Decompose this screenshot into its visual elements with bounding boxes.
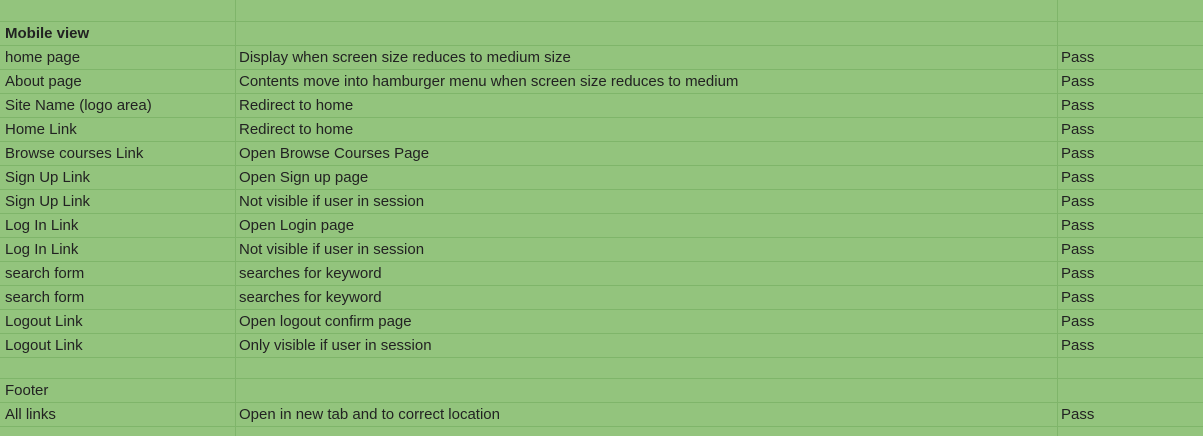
cell-name[interactable] [0,427,236,436]
cell-name[interactable] [0,0,236,21]
cell-description[interactable]: Redirect to home [236,94,1058,117]
cell-result[interactable]: Pass [1058,94,1203,117]
cell-name[interactable] [0,358,236,378]
table-row: Log In Link Open Login page Pass [0,214,1203,238]
section-header-footer[interactable]: Footer [0,379,236,402]
cell-result[interactable]: Pass [1058,310,1203,333]
table-row: search form searches for keyword Pass [0,286,1203,310]
section-header-mobile-view[interactable]: Mobile view [0,22,236,45]
table-row: Footer [0,379,1203,403]
cell-description[interactable]: Contents move into hamburger menu when s… [236,70,1058,93]
cell-result[interactable]: Pass [1058,286,1203,309]
cell-description[interactable]: Open logout confirm page [236,310,1058,333]
table-row: Mobile view [0,22,1203,46]
cell-result[interactable]: Pass [1058,46,1203,69]
spreadsheet-grid: Mobile view home page Display when scree… [0,0,1203,436]
cell-description[interactable] [236,0,1058,21]
table-row: Logout Link Only visible if user in sess… [0,334,1203,358]
cell-description[interactable]: Open Browse Courses Page [236,142,1058,165]
cell-description[interactable]: Open in new tab and to correct location [236,403,1058,426]
cell-description[interactable]: searches for keyword [236,286,1058,309]
cell-result[interactable] [1058,0,1203,21]
cell-result[interactable]: Pass [1058,118,1203,141]
cell-description[interactable] [236,427,1058,436]
cell-name[interactable]: search form [0,286,236,309]
table-row: search form searches for keyword Pass [0,262,1203,286]
cell-description[interactable]: Display when screen size reduces to medi… [236,46,1058,69]
cell-result[interactable]: Pass [1058,334,1203,357]
cell-name[interactable]: All links [0,403,236,426]
cell-description[interactable]: Not visible if user in session [236,190,1058,213]
cell-name[interactable]: Logout Link [0,310,236,333]
cell-result[interactable]: Pass [1058,262,1203,285]
cell-name[interactable]: Log In Link [0,238,236,261]
table-row [0,358,1203,379]
cell-name[interactable]: Logout Link [0,334,236,357]
table-row [0,427,1203,436]
table-row: Site Name (logo area) Redirect to home P… [0,94,1203,118]
cell-name[interactable]: search form [0,262,236,285]
cell-description[interactable]: Open Sign up page [236,166,1058,189]
table-row [0,0,1203,22]
cell-result[interactable] [1058,358,1203,378]
cell-name[interactable]: home page [0,46,236,69]
table-row: home page Display when screen size reduc… [0,46,1203,70]
cell-result[interactable]: Pass [1058,403,1203,426]
cell-name[interactable]: Browse courses Link [0,142,236,165]
cell-name[interactable]: Sign Up Link [0,166,236,189]
cell-result[interactable]: Pass [1058,190,1203,213]
cell-description[interactable] [236,358,1058,378]
cell-name[interactable]: Home Link [0,118,236,141]
cell-description[interactable]: Not visible if user in session [236,238,1058,261]
cell-result[interactable]: Pass [1058,238,1203,261]
cell-description[interactable] [236,379,1058,402]
cell-name[interactable]: Site Name (logo area) [0,94,236,117]
table-row: Logout Link Open logout confirm page Pas… [0,310,1203,334]
cell-description[interactable]: Open Login page [236,214,1058,237]
cell-result[interactable]: Pass [1058,166,1203,189]
cell-description[interactable] [236,22,1058,45]
cell-result[interactable]: Pass [1058,70,1203,93]
table-row: Browse courses Link Open Browse Courses … [0,142,1203,166]
cell-description[interactable]: Redirect to home [236,118,1058,141]
table-row: Home Link Redirect to home Pass [0,118,1203,142]
table-row: Sign Up Link Open Sign up page Pass [0,166,1203,190]
cell-description[interactable]: searches for keyword [236,262,1058,285]
cell-name[interactable]: About page [0,70,236,93]
cell-description[interactable]: Only visible if user in session [236,334,1058,357]
cell-name[interactable]: Log In Link [0,214,236,237]
cell-result[interactable] [1058,427,1203,436]
cell-result[interactable] [1058,22,1203,45]
cell-result[interactable]: Pass [1058,142,1203,165]
table-row: Sign Up Link Not visible if user in sess… [0,190,1203,214]
cell-result[interactable]: Pass [1058,214,1203,237]
cell-name[interactable]: Sign Up Link [0,190,236,213]
table-row: About page Contents move into hamburger … [0,70,1203,94]
cell-result[interactable] [1058,379,1203,402]
table-row: Log In Link Not visible if user in sessi… [0,238,1203,262]
table-row: All links Open in new tab and to correct… [0,403,1203,427]
